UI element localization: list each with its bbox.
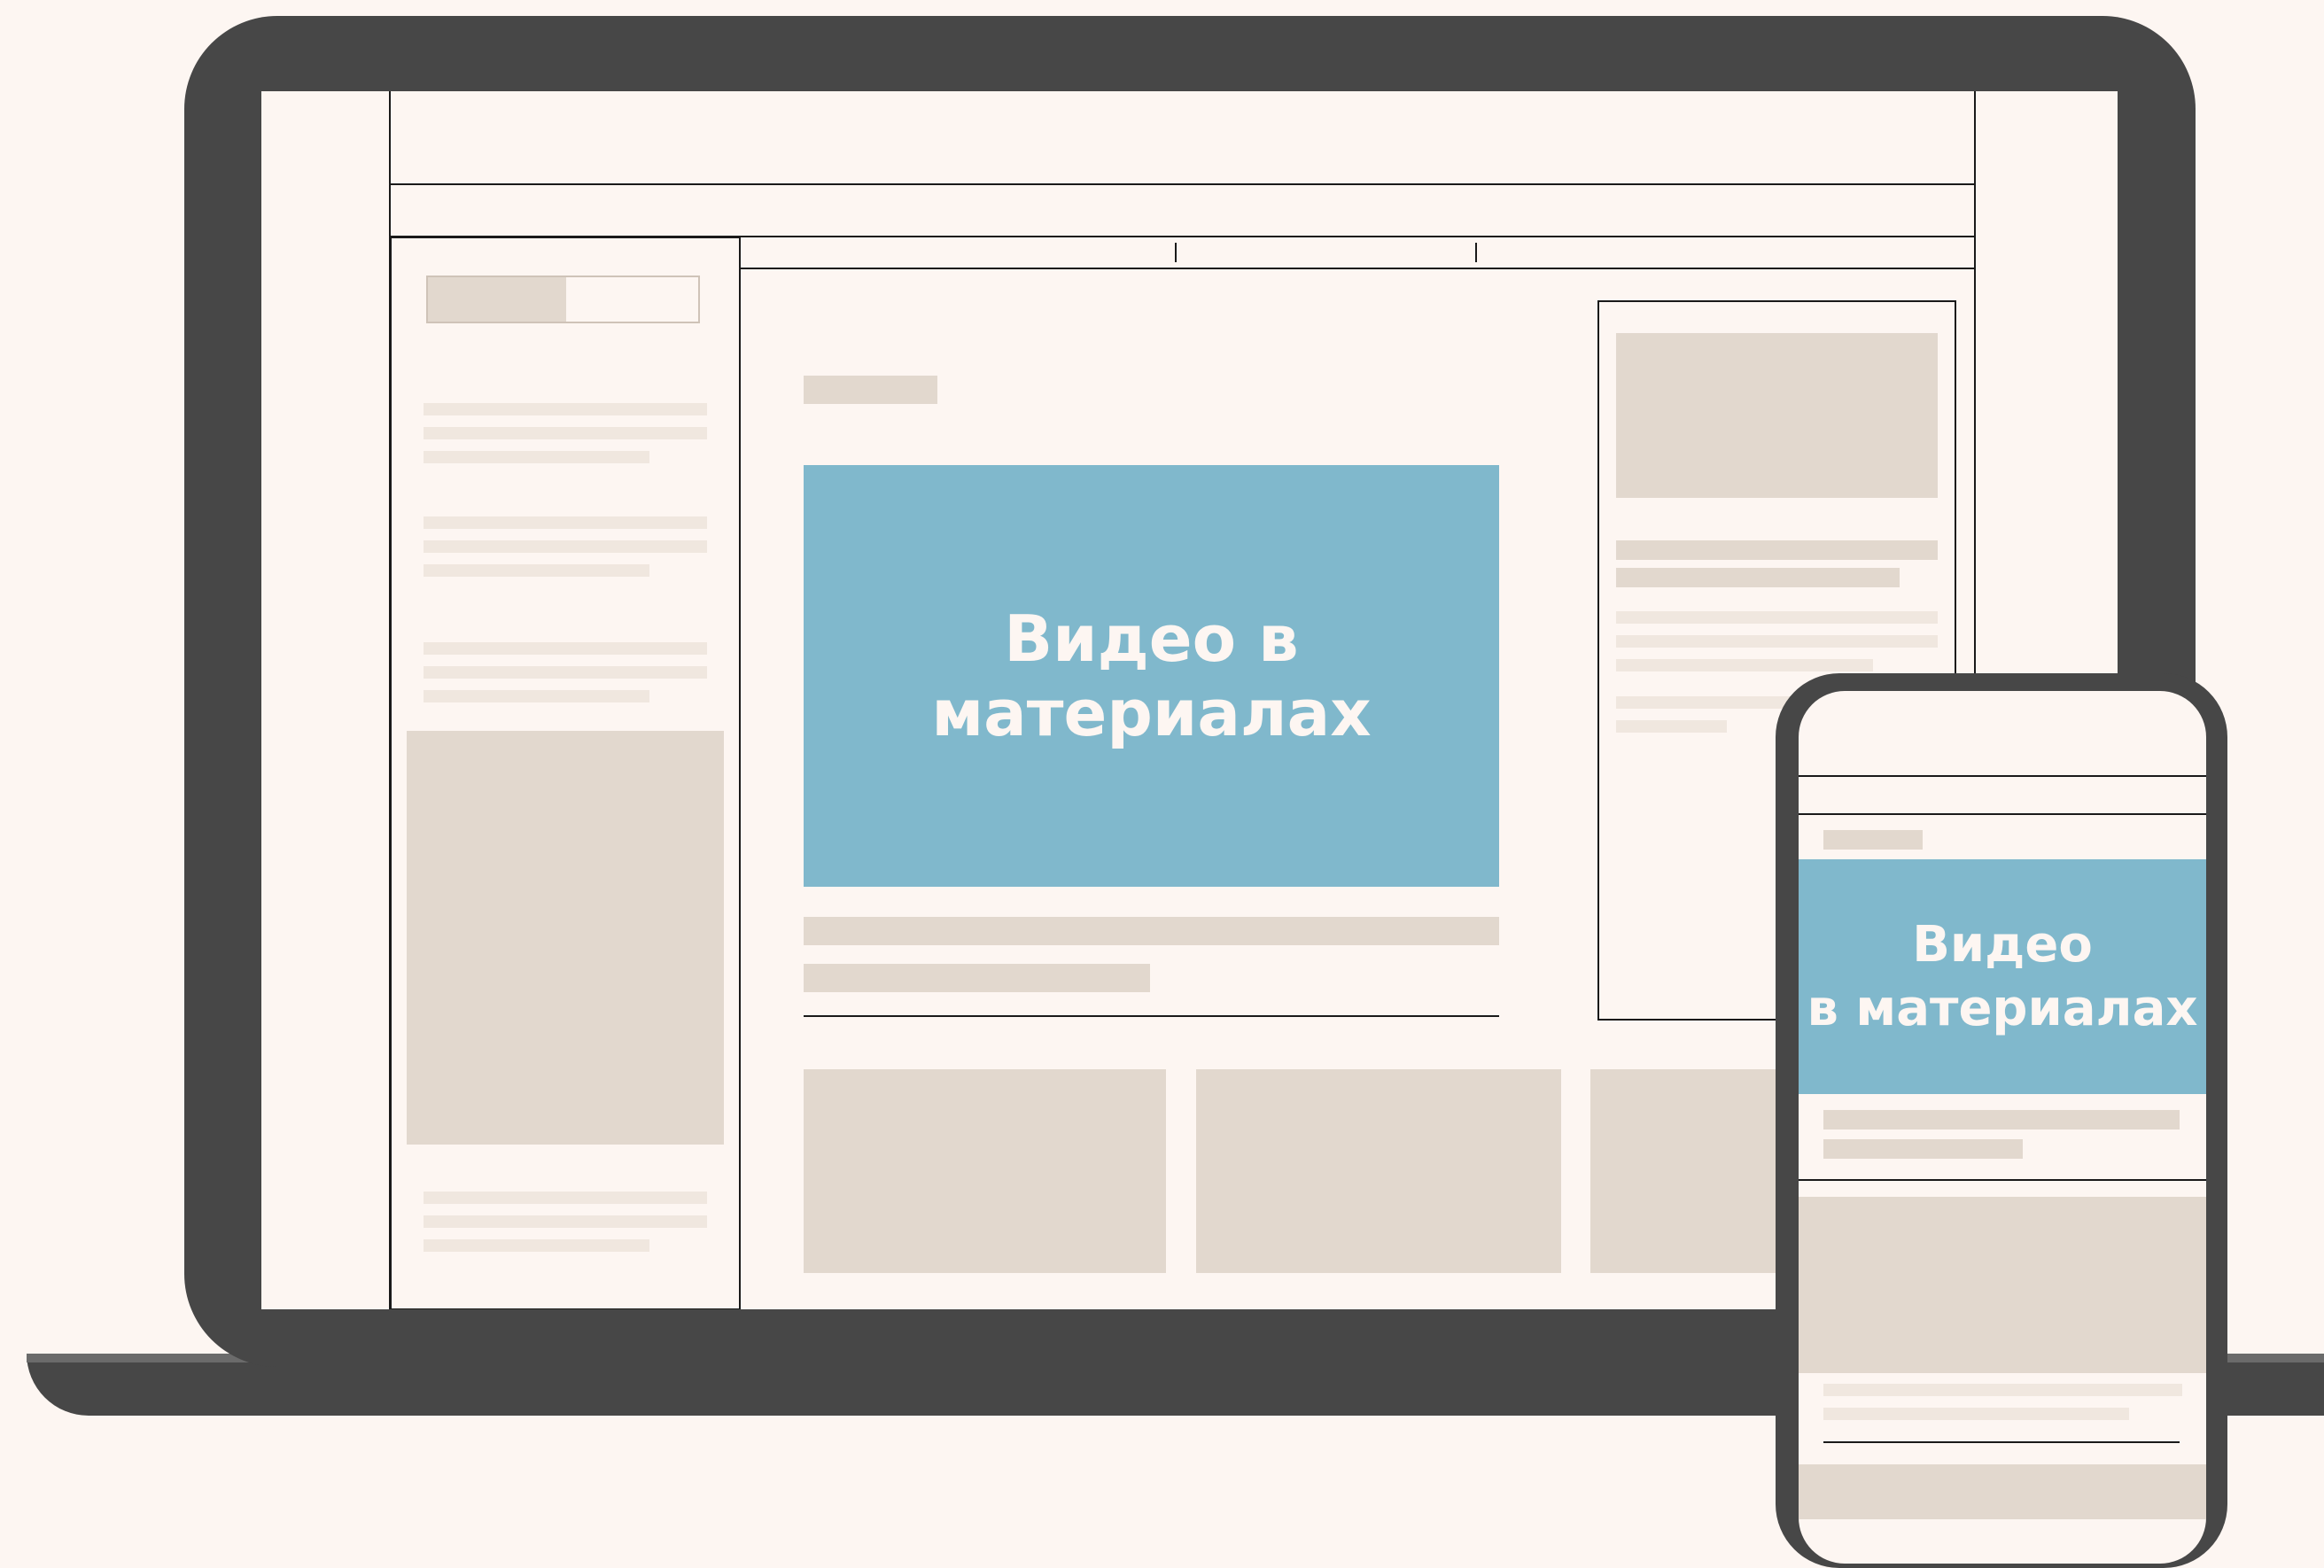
widget-title-line (1616, 540, 1938, 560)
sidebar-text-line (424, 642, 707, 655)
phone-footer-block (1799, 1464, 2206, 1519)
sidebar-text-line (424, 690, 649, 702)
phone-nav-divider (1799, 813, 2206, 815)
sidebar-text-line (424, 427, 707, 439)
phone-title-line (1823, 1139, 2023, 1159)
tab-separator (1475, 243, 1477, 262)
article-title-line (804, 964, 1150, 992)
sidebar-text-line (424, 1215, 707, 1228)
sidebar-text-line (424, 451, 649, 463)
sidebar-text-line (424, 403, 707, 415)
widget-text-line (1616, 611, 1938, 624)
phone-banner (1799, 1197, 2206, 1373)
laptop-video-block: Видео в материалах (804, 465, 1499, 887)
sidebar-text-line (424, 540, 707, 553)
tab-separator (1175, 243, 1177, 262)
article-tag (804, 376, 937, 404)
phone-article-tag (1823, 830, 1923, 850)
article-divider (804, 1015, 1499, 1017)
phone-text-line (1823, 1408, 2129, 1420)
sidebar-text-line (424, 666, 707, 679)
widget-text-line (1616, 635, 1938, 648)
sidebar-text-line (424, 1239, 649, 1252)
header-divider (389, 183, 1976, 185)
widget-text-line (1616, 720, 1727, 733)
phone-title-line (1823, 1110, 2180, 1129)
article-title-line (804, 917, 1499, 945)
related-card (804, 1069, 1166, 1273)
sidebar-toggle (426, 276, 700, 323)
phone-header-divider (1799, 775, 2206, 777)
phone-text-line (1823, 1384, 2182, 1396)
phone-video-block: Видео в материалах (1799, 859, 2206, 1094)
related-card (1196, 1069, 1561, 1273)
sidebar-text-line (424, 516, 707, 529)
tabs-divider (740, 268, 1976, 269)
sidebar-banner (407, 731, 724, 1145)
phone-article-divider (1799, 1179, 2206, 1181)
widget-text-line (1616, 659, 1873, 671)
phone-text-divider (1823, 1441, 2180, 1443)
phone-screen: Видео в материалах (1799, 691, 2206, 1564)
sidebar-text-line (424, 564, 649, 577)
sidebar-text-line (424, 1192, 707, 1204)
widget-image (1616, 333, 1938, 498)
widget-title-line (1616, 568, 1900, 587)
